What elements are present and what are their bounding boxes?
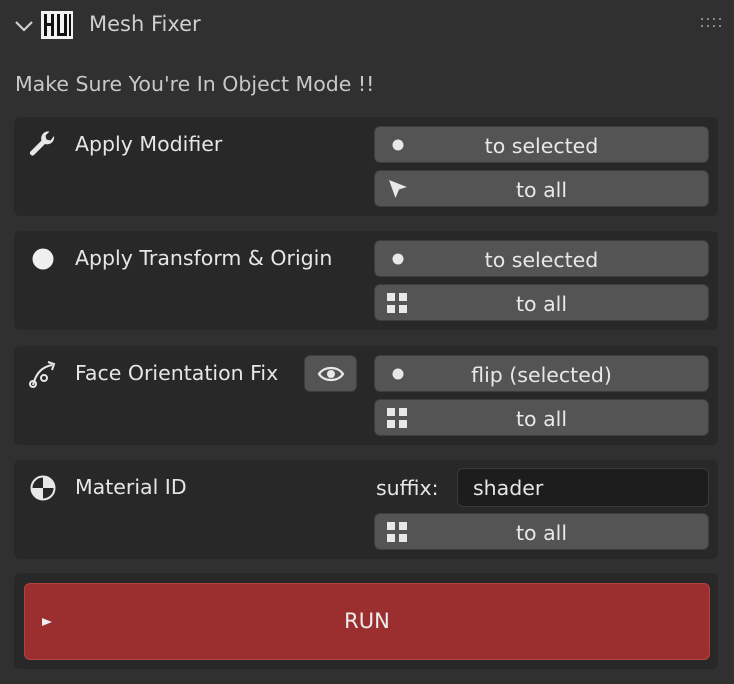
button-label: to selected (484, 248, 599, 272)
apply-transform-label: Apply Transform & Origin (75, 246, 333, 270)
button-label: to selected (484, 134, 599, 158)
wrench-icon (30, 131, 55, 156)
material-id-label: Material ID (75, 475, 187, 499)
suffix-input[interactable]: shader (457, 468, 709, 507)
apply-modifier-all-button[interactable]: to all (374, 170, 709, 207)
suffix-label: suffix: (376, 476, 439, 500)
run-label: RUN (344, 609, 390, 633)
panel-header[interactable]: Mesh Fixer (0, 0, 734, 50)
material-id-all-button[interactable]: to all (374, 513, 709, 550)
suffix-value: shader (473, 476, 544, 500)
drag-handle-icon[interactable] (700, 17, 724, 29)
face-orientation-all-button[interactable]: to all (374, 399, 709, 436)
button-label: flip (selected) (471, 363, 612, 387)
panel-title: Mesh Fixer (89, 12, 201, 36)
button-label: to all (515, 521, 568, 545)
curve-icon (29, 361, 56, 388)
eye-icon (317, 366, 345, 382)
object-mode-warning: Make Sure You're In Object Mode !! (15, 72, 375, 96)
apply-transform-selected-button[interactable]: to selected (374, 240, 709, 277)
apply-modifier-label: Apply Modifier (75, 132, 223, 156)
chevron-down-icon[interactable] (14, 16, 34, 36)
button-label: to all (515, 292, 568, 316)
button-label: to all (515, 407, 568, 431)
button-label: to all (515, 178, 568, 202)
circle-icon (32, 248, 54, 270)
hui-logo (41, 11, 73, 39)
face-orientation-label: Face Orientation Fix (75, 361, 279, 385)
material-sphere-icon (30, 475, 56, 501)
run-button[interactable]: RUN (24, 583, 710, 660)
apply-transform-all-button[interactable]: to all (374, 284, 709, 321)
apply-modifier-selected-button[interactable]: to selected (374, 126, 709, 163)
face-orientation-toggle-button[interactable] (304, 355, 357, 392)
flip-selected-button[interactable]: flip (selected) (374, 355, 709, 392)
